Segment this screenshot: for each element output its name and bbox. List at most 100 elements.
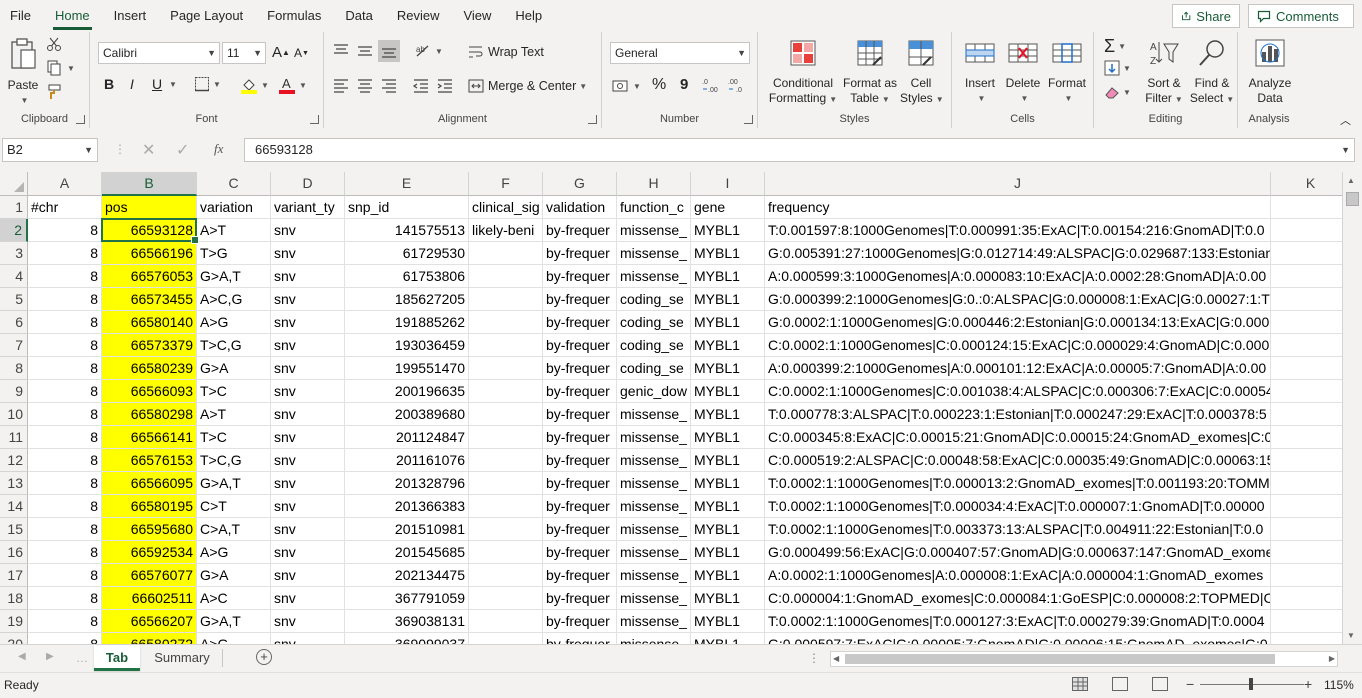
cell-f15[interactable] [469,518,543,541]
column-header-c[interactable]: C [197,172,271,196]
cell-a3[interactable]: 8 [28,242,102,265]
page-break-view-icon[interactable] [1152,677,1168,691]
cell-h8[interactable]: coding_se [617,357,691,380]
cell-b8[interactable]: 66580239 [102,357,197,380]
cell-a1[interactable]: #chr [28,196,102,219]
cell-e20[interactable]: 369099037 [345,633,469,644]
decrease-font-button[interactable]: A ▼ [294,46,309,60]
zoom-out-icon[interactable]: − [1186,676,1194,692]
cell-d4[interactable]: snv [271,265,345,288]
cell-h6[interactable]: coding_se [617,311,691,334]
cell-g5[interactable]: by-frequer [543,288,617,311]
cell-c2[interactable]: A>T [197,219,271,242]
cell-j3[interactable]: G:0.005391:27:1000Genomes|G:0.012714:49:… [765,242,1271,265]
cell-d13[interactable]: snv [271,472,345,495]
cut-button[interactable] [46,36,62,52]
cell-g17[interactable]: by-frequer [543,564,617,587]
cell-b6[interactable]: 66580140 [102,311,197,334]
bottom-align-button[interactable] [378,40,400,62]
cell-e15[interactable]: 201510981 [345,518,469,541]
clipboard-launcher-icon[interactable] [76,115,85,124]
cell-b16[interactable]: 66592534 [102,541,197,564]
row-header[interactable]: 5 [0,288,28,311]
cell-j6[interactable]: G:0.0002:1:1000Genomes|G:0.000446:2:Esto… [765,311,1271,334]
chevron-down-icon[interactable]: ▼ [84,139,93,161]
zoom-in-icon[interactable]: + [1304,676,1312,692]
cell-f1[interactable]: clinical_sig [469,196,543,219]
row-header[interactable]: 20 [0,633,28,644]
cell-h20[interactable]: missense_ [617,633,691,644]
cell-g13[interactable]: by-frequer [543,472,617,495]
cell-k15[interactable] [1271,518,1342,541]
cell-a10[interactable]: 8 [28,403,102,426]
cell-d15[interactable]: snv [271,518,345,541]
cell-a9[interactable]: 8 [28,380,102,403]
cell-j11[interactable]: C:0.000345:8:ExAC|C:0.00015:21:GnomAD|C:… [765,426,1271,449]
cell-k18[interactable] [1271,587,1342,610]
cell-g16[interactable]: by-frequer [543,541,617,564]
tab-file[interactable]: File [0,0,43,32]
cell-b20[interactable]: 66580272 [102,633,197,644]
insert-function-icon[interactable]: fx [214,141,223,157]
cell-f2[interactable]: likely-beni [469,219,543,242]
decrease-decimal-button[interactable]: .00.0 [728,76,748,94]
tab-insert[interactable]: Insert [102,0,159,32]
cell-k13[interactable] [1271,472,1342,495]
row-header[interactable]: 15 [0,518,28,541]
cell-k11[interactable] [1271,426,1342,449]
column-header-e[interactable]: E [345,172,469,196]
cell-a15[interactable]: 8 [28,518,102,541]
column-header-i[interactable]: I [691,172,765,196]
cell-f19[interactable] [469,610,543,633]
cell-j1[interactable]: frequency [765,196,1271,219]
cell-d9[interactable]: snv [271,380,345,403]
cell-d20[interactable]: snv [271,633,345,644]
cell-j15[interactable]: T:0.0002:1:1000Genomes|T:0.003373:13:ALS… [765,518,1271,541]
sheet-tab-summary[interactable]: Summary [146,645,218,671]
cell-k6[interactable] [1271,311,1342,334]
format-cells-button[interactable]: Format ▼ [1046,38,1088,106]
cell-c12[interactable]: T>C,G [197,449,271,472]
cell-i8[interactable]: MYBL1 [691,357,765,380]
cell-c7[interactable]: T>C,G [197,334,271,357]
underline-button[interactable]: U [152,76,162,92]
cell-d6[interactable]: snv [271,311,345,334]
cell-e3[interactable]: 61729530 [345,242,469,265]
cell-d5[interactable]: snv [271,288,345,311]
cell-f12[interactable] [469,449,543,472]
cell-g7[interactable]: by-frequer [543,334,617,357]
cell-k2[interactable] [1271,219,1342,242]
cell-h9[interactable]: genic_dow [617,380,691,403]
cell-a2[interactable]: 8 [28,219,102,242]
cell-c13[interactable]: G>A,T [197,472,271,495]
comma-style-button[interactable]: 9 [680,76,688,93]
next-sheet-icon[interactable]: ▶ [46,651,54,662]
cell-d1[interactable]: variant_ty [271,196,345,219]
increase-decimal-button[interactable]: .0.00 [702,76,722,94]
tab-formulas[interactable]: Formulas [255,0,333,32]
cell-i15[interactable]: MYBL1 [691,518,765,541]
cell-h3[interactable]: missense_ [617,242,691,265]
cell-a13[interactable]: 8 [28,472,102,495]
cell-a12[interactable]: 8 [28,449,102,472]
clear-button[interactable]: ▼ [1104,84,1131,100]
cell-h14[interactable]: missense_ [617,495,691,518]
cell-f11[interactable] [469,426,543,449]
cell-e14[interactable]: 201366383 [345,495,469,518]
copy-button[interactable]: ▼ [46,60,75,76]
vertical-scroll-thumb[interactable] [1346,192,1359,206]
cell-c3[interactable]: T>G [197,242,271,265]
cell-g6[interactable]: by-frequer [543,311,617,334]
cell-j19[interactable]: T:0.0002:1:1000Genomes|T:0.000127:3:ExAC… [765,610,1271,633]
insert-cells-button[interactable]: Insert ▼ [960,38,1000,106]
cell-k12[interactable] [1271,449,1342,472]
cell-i10[interactable]: MYBL1 [691,403,765,426]
tab-review[interactable]: Review [385,0,452,32]
cell-c16[interactable]: A>G [197,541,271,564]
tab-scroll-grip-icon[interactable]: ⋮ [808,651,820,665]
middle-align-button[interactable] [356,42,374,60]
cell-f20[interactable] [469,633,543,644]
scroll-left-icon[interactable]: ◀ [833,654,839,663]
cell-e12[interactable]: 201161076 [345,449,469,472]
cell-i6[interactable]: MYBL1 [691,311,765,334]
